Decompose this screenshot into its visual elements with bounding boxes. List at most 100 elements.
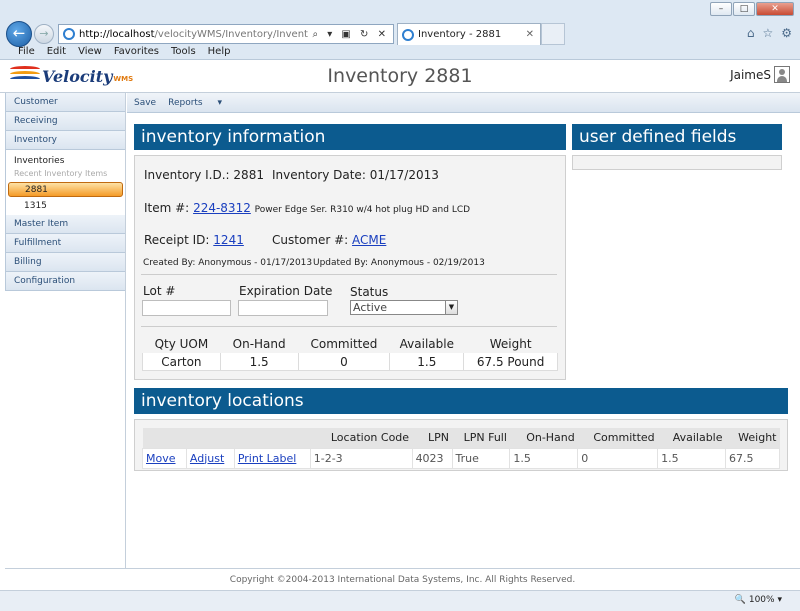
inventory-date-label: Inventory Date: xyxy=(272,168,366,182)
menu-tools[interactable]: Tools xyxy=(171,44,196,60)
qty-uom-header: Qty UOM xyxy=(142,334,221,353)
col-adjust xyxy=(186,428,235,448)
receipt-line: Receipt ID: 1241 xyxy=(144,233,244,247)
user-menu[interactable]: JaimeS xyxy=(730,66,790,83)
status-selected-value: Active xyxy=(353,301,388,314)
menu-view[interactable]: View xyxy=(78,44,102,60)
reports-label: Reports xyxy=(168,97,203,108)
item-label: Item #: xyxy=(144,201,190,215)
sidebar-item-fulfillment[interactable]: Fulfillment xyxy=(5,234,125,253)
reports-menu[interactable]: Reports ▾ xyxy=(168,98,234,108)
ie-icon xyxy=(63,28,75,40)
status-label: Status xyxy=(350,285,389,299)
tab-close-icon[interactable]: ✕ xyxy=(526,29,534,40)
browser-tab[interactable]: Inventory - 2881 ✕ xyxy=(397,23,541,45)
committed-cell: 0 xyxy=(577,447,659,469)
footer: Copyright ©2004-2013 International Data … xyxy=(5,568,800,590)
adjust-cell: Adjust xyxy=(185,447,235,469)
inventory-id-value: 2881 xyxy=(233,168,264,182)
weight-cell: 67.5 xyxy=(725,447,780,469)
adjust-link[interactable]: Adjust xyxy=(190,452,224,465)
window-controls: – □ ✕ xyxy=(709,2,794,16)
move-link[interactable]: Move xyxy=(146,452,176,465)
col-lpn-full: LPN Full xyxy=(452,428,510,448)
receipt-id-link[interactable]: 1241 xyxy=(213,233,244,247)
browser-toolbar-icons: ⌂ ☆ ⚙ xyxy=(747,26,792,40)
forward-button[interactable]: → xyxy=(34,24,54,44)
favorites-star-icon[interactable]: ☆ xyxy=(762,26,773,40)
inventory-information-box: Inventory I.D.: 2881 Inventory Date: 01/… xyxy=(134,155,566,380)
sidebar-item-configuration[interactable]: Configuration xyxy=(5,272,125,291)
ie-icon xyxy=(402,28,414,41)
created-by: Created By: Anonymous - 01/17/2013 xyxy=(143,258,313,268)
customer-link[interactable]: ACME xyxy=(352,233,386,247)
sidebar: Customer Receiving Inventory Inventories… xyxy=(5,93,126,568)
recent-items-label: Recent Inventory Items xyxy=(14,169,108,178)
receipt-label: Receipt ID: xyxy=(144,233,210,247)
inventory-date-value: 01/17/2013 xyxy=(369,168,439,182)
inventory-locations-header: inventory locations xyxy=(134,388,788,414)
location-code-cell: 1-2-3 xyxy=(309,447,413,469)
inventory-information-header: inventory information xyxy=(134,124,566,150)
weight-header: Weight xyxy=(463,334,558,353)
zoom-control[interactable]: 🔍 100% ▾ xyxy=(735,595,782,605)
quantity-row: Carton 1.5 0 1.5 67.5 Pound xyxy=(142,352,558,371)
on-hand-header: On-Hand xyxy=(220,334,299,353)
divider xyxy=(141,326,557,327)
sidebar-item-receiving[interactable]: Receiving xyxy=(5,112,125,131)
status-select[interactable]: Active ▼ xyxy=(350,300,458,315)
menu-help[interactable]: Help xyxy=(208,44,231,60)
new-tab-button[interactable] xyxy=(541,23,565,45)
sidebar-item-inventories[interactable]: Inventories xyxy=(6,154,125,168)
sidebar-item-billing[interactable]: Billing xyxy=(5,253,125,272)
lot-input[interactable] xyxy=(142,300,231,316)
page-toolbar: Save Reports ▾ xyxy=(127,93,800,113)
lpn-cell: 4023 xyxy=(411,447,453,469)
page-title: Inventory 2881 xyxy=(327,65,473,87)
item-description: Power Edge Ser. R310 w/4 hot plug HD and… xyxy=(254,205,471,215)
expiration-date-input[interactable] xyxy=(238,300,328,316)
lpn-full-cell: True xyxy=(451,447,511,469)
col-weight: Weight xyxy=(725,428,780,448)
browser-status-bar: 🔍 100% ▾ xyxy=(0,590,800,611)
maximize-button[interactable]: □ xyxy=(733,2,755,16)
browser-chrome: – □ ✕ ← → http://localhost/velocityWMS/I… xyxy=(0,0,800,60)
item-number-link[interactable]: 224-8312 xyxy=(193,201,251,215)
save-button[interactable]: Save xyxy=(134,98,156,108)
locations-header-row: Location Code LPN LPN Full On-Hand Commi… xyxy=(142,428,780,448)
sidebar-item-inventory[interactable]: Inventory xyxy=(5,131,125,150)
col-lpn: LPN xyxy=(412,428,452,448)
sidebar-item-customer[interactable]: Customer xyxy=(5,93,125,112)
menu-bar: File Edit View Favorites Tools Help xyxy=(0,44,800,60)
user-avatar-icon xyxy=(774,66,790,83)
zoom-level: 100% xyxy=(748,595,775,605)
on-hand-cell: 1.5 xyxy=(509,447,579,469)
chevron-down-icon: ▾ xyxy=(777,595,782,605)
settings-gear-icon[interactable]: ⚙ xyxy=(781,26,792,40)
address-bar[interactable]: http://localhost/velocityWMS/Inventory/I… xyxy=(58,24,394,44)
customer-line: Customer #: ACME xyxy=(272,233,386,247)
minimize-button[interactable]: – xyxy=(710,2,732,16)
close-window-button[interactable]: ✕ xyxy=(756,2,794,16)
tab-title: Inventory - 2881 xyxy=(418,29,502,40)
home-icon[interactable]: ⌂ xyxy=(747,26,755,40)
print-label-link[interactable]: Print Label xyxy=(238,452,296,465)
on-hand-value: 1.5 xyxy=(219,352,299,371)
inventory-locations-box: Location Code LPN LPN Full On-Hand Commi… xyxy=(134,419,788,471)
available-cell: 1.5 xyxy=(657,447,727,469)
address-controls[interactable]: ⌕ ▾ ▣ ↻ ✕ xyxy=(308,29,393,40)
quantity-header-row: Qty UOM On-Hand Committed Available Weig… xyxy=(142,334,558,353)
move-cell: Move xyxy=(142,447,187,469)
menu-edit[interactable]: Edit xyxy=(47,44,66,60)
sidebar-inventory-submenu: Inventories Recent Inventory Items 2881 … xyxy=(5,150,125,215)
chevron-down-icon: ▾ xyxy=(217,97,223,108)
qty-uom-value: Carton xyxy=(142,352,221,371)
recent-item-selected[interactable]: 2881 xyxy=(8,182,123,197)
recent-item[interactable]: 1315 xyxy=(6,199,125,213)
expiration-date-label: Expiration Date xyxy=(239,284,333,298)
menu-file[interactable]: File xyxy=(18,44,35,60)
app-header: Velocity WMS Inventory 2881 JaimeS xyxy=(0,60,800,93)
sidebar-item-master-item[interactable]: Master Item xyxy=(5,215,125,234)
updated-by: Updated By: Anonymous - 02/19/2013 xyxy=(313,258,485,268)
menu-favorites[interactable]: Favorites xyxy=(114,44,159,60)
